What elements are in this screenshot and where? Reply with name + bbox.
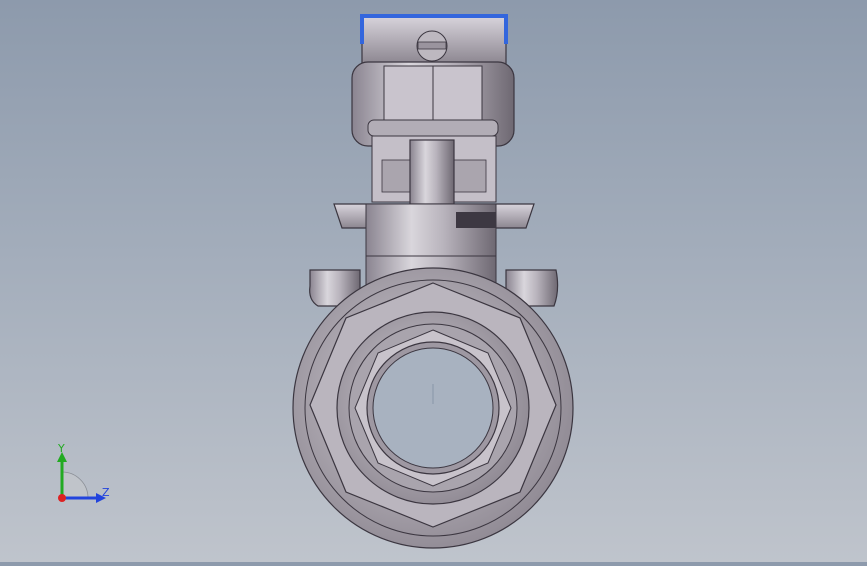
bore-opening [372, 347, 494, 469]
coordinate-triad: Y Z [40, 436, 130, 516]
z-axis-label: Z [102, 486, 110, 499]
valve-model[interactable] [0, 0, 867, 562]
triad-quadrant [61, 471, 89, 499]
stem-nut[interactable] [351, 61, 515, 147]
end-connector[interactable] [292, 267, 574, 549]
x-axis-dot [58, 494, 66, 502]
handle[interactable] [360, 14, 508, 65]
y-axis-label: Y [57, 442, 65, 455]
graphics-viewport[interactable] [0, 0, 867, 562]
